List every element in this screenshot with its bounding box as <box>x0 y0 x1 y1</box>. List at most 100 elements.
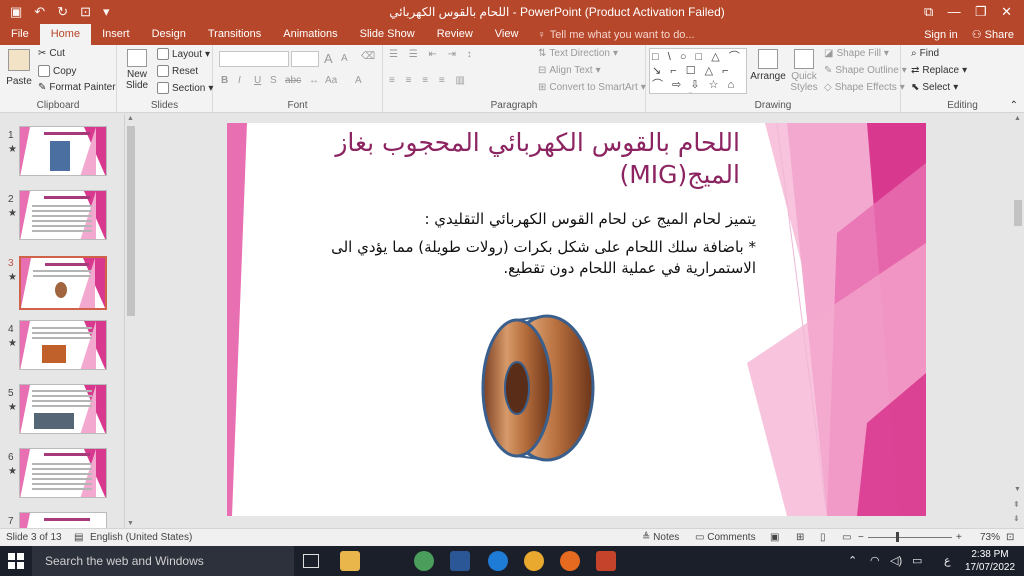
tab-slide-show[interactable]: Slide Show <box>349 24 426 45</box>
wire-spool-image[interactable] <box>477 313 597 463</box>
shapes-gallery[interactable]: □ \ ○ □ △ ⌒ ↘ ⌐ ☐ △ ⌐ ⌒ ⇨ ⇩ ☆ ⌂ △ ⌐ ⌒ { … <box>649 48 747 94</box>
minimize-icon[interactable]: — <box>948 4 961 20</box>
replace-button[interactable]: ⇄ Replace ▾ <box>911 65 967 76</box>
font-name-input[interactable] <box>219 51 289 67</box>
thumbnails-scroll-thumb[interactable] <box>127 126 135 316</box>
tab-file[interactable]: File <box>0 24 40 45</box>
battery-icon[interactable]: ▭ <box>912 546 922 576</box>
shape-outline-button[interactable]: ✎ Shape Outline ▾ <box>824 65 907 76</box>
volume-icon[interactable]: ◁) <box>890 546 902 576</box>
scroll-up-icon[interactable]: ▲ <box>1014 115 1021 122</box>
zoom-in-icon[interactable]: + <box>956 532 962 543</box>
tab-home[interactable]: Home <box>39 24 92 45</box>
collapse-ribbon-icon[interactable]: ⌃ <box>1010 100 1018 111</box>
reset-button[interactable]: Reset <box>157 65 198 77</box>
restore-icon[interactable]: ❐ <box>975 4 987 20</box>
alignment-buttons-icon[interactable]: ≡ ≡ ≡ ≡ ▥ <box>389 75 469 86</box>
thumbnail-slide-4[interactable]: 4 ★ <box>0 320 124 384</box>
wifi-icon[interactable]: ◠ <box>870 546 880 576</box>
paste-button[interactable]: Paste <box>6 49 32 87</box>
tab-animations[interactable]: Animations <box>272 24 348 45</box>
find-button[interactable]: ⌕ Find <box>911 48 939 59</box>
normal-view-icon[interactable]: ▣ <box>770 532 779 543</box>
task-view-icon[interactable] <box>303 554 319 568</box>
customize-qat-icon[interactable]: ▾ <box>103 4 110 20</box>
next-slide-icon[interactable]: ⇟ <box>1013 514 1020 523</box>
sign-in-link[interactable]: Sign in <box>924 25 958 45</box>
slideshow-from-beginning-icon[interactable]: ⊡ <box>80 4 91 20</box>
slide-title[interactable]: اللحام بالقوس الكهربائي المحجوب بغاز الم… <box>320 127 740 191</box>
firefox-icon[interactable] <box>560 551 580 571</box>
chrome-icon[interactable] <box>414 551 434 571</box>
word-icon[interactable] <box>450 551 470 571</box>
format-painter-button[interactable]: ✎ Format Painter <box>38 82 116 93</box>
thumbnail-slide-3[interactable]: 3 ★ <box>0 254 124 318</box>
thumbnail-slide-1[interactable]: 1 ★ <box>0 126 124 190</box>
thumbnails-scrollbar[interactable]: ▲ ▼ <box>124 114 136 528</box>
layout-button[interactable]: Layout ▾ <box>157 48 210 60</box>
strikethrough-button[interactable]: abc <box>285 75 301 86</box>
taskbar-clock[interactable]: 2:38 PM 17/07/2022 <box>960 548 1020 574</box>
zoom-out-icon[interactable]: − <box>858 532 864 543</box>
scroll-down-icon[interactable]: ▼ <box>127 520 134 527</box>
shape-effects-button[interactable]: ◇ Shape Effects ▾ <box>824 82 905 93</box>
zoom-level[interactable]: 73% <box>980 532 1000 543</box>
section-button[interactable]: Section ▾ <box>157 82 213 94</box>
change-case-button[interactable]: Aa <box>325 75 337 86</box>
slide-body[interactable]: يتميز لحام الميج عن لحام القوس الكهربائي… <box>286 209 756 286</box>
italic-button[interactable]: I <box>238 75 241 86</box>
redo-icon[interactable]: ↻ <box>57 4 68 20</box>
close-icon[interactable]: ✕ <box>1001 4 1012 20</box>
thumbnail-slide-5[interactable]: 5 ★ <box>0 384 124 448</box>
notes-button[interactable]: ≜ Notes <box>642 532 679 543</box>
bold-button[interactable]: B <box>221 75 228 86</box>
tab-insert[interactable]: Insert <box>91 24 141 45</box>
ribbon-display-icon[interactable]: ⧉ <box>924 4 933 20</box>
file-explorer-icon[interactable] <box>340 551 360 571</box>
share-button[interactable]: ⚇ Share <box>972 25 1014 45</box>
windows-start-icon[interactable] <box>8 553 24 569</box>
tab-view[interactable]: View <box>484 24 530 45</box>
undo-icon[interactable]: ↶ <box>34 4 45 20</box>
arrange-button[interactable]: Arrange <box>750 49 786 82</box>
tell-me-input[interactable]: Tell me what you want to do... <box>546 25 695 45</box>
slide-canvas[interactable]: اللحام بالقوس الكهربائي المحجوب بغاز الم… <box>227 123 926 516</box>
taskbar-search-input[interactable]: Search the web and Windows <box>32 546 294 576</box>
font-color-icon[interactable]: A <box>355 75 362 86</box>
fit-slide-icon[interactable]: ⊡ <box>1006 532 1014 543</box>
character-spacing-icon[interactable]: ↔ <box>309 75 319 86</box>
align-text-button[interactable]: ⊟ Align Text ▾ <box>538 65 601 76</box>
thumbnail-slide-2[interactable]: 2 ★ <box>0 190 124 254</box>
tray-chevron-icon[interactable]: ⌃ <box>848 546 857 576</box>
powerpoint-icon[interactable] <box>596 551 616 571</box>
decrease-font-button[interactable]: A <box>341 53 348 64</box>
copy-button[interactable]: Copy <box>38 65 76 77</box>
increase-font-button[interactable]: A <box>324 51 333 66</box>
convert-smartart-button[interactable]: ⊞ Convert to SmartArt ▾ <box>538 82 646 93</box>
previous-slide-icon[interactable]: ⇞ <box>1013 500 1020 509</box>
clear-formatting-icon[interactable]: ⌫ <box>361 51 375 62</box>
list-buttons-icon[interactable]: ☰ ☰ ⇤ ⇥ ↕ <box>389 49 476 60</box>
scroll-down-icon[interactable]: ▼ <box>1014 486 1021 493</box>
underline-button[interactable]: U <box>254 75 261 86</box>
language-indicator[interactable]: English (United States) <box>90 532 192 543</box>
text-direction-button[interactable]: ⇅ Text Direction ▾ <box>538 48 618 59</box>
shape-fill-button[interactable]: ◪ Shape Fill ▾ <box>824 48 889 59</box>
input-language[interactable]: ع <box>944 546 951 576</box>
editor-scrollbar[interactable]: ▲ ▼ ⇞ ⇟ <box>1012 114 1024 528</box>
zoom-slider[interactable] <box>868 537 952 538</box>
chrome-alt-icon[interactable] <box>524 551 544 571</box>
thumbnail-slide-7[interactable]: 7 <box>0 512 124 528</box>
slideshow-view-icon[interactable]: ▭ <box>842 532 851 543</box>
quick-styles-button[interactable]: Quick Styles <box>789 49 819 93</box>
cut-button[interactable]: ✂ Cut <box>38 48 65 59</box>
scroll-up-icon[interactable]: ▲ <box>127 115 134 122</box>
slide-sorter-icon[interactable]: ⊞ <box>796 532 804 543</box>
comments-button[interactable]: ▭ Comments <box>695 532 756 543</box>
reading-view-icon[interactable]: ▯ <box>820 532 826 543</box>
tab-transitions[interactable]: Transitions <box>197 24 272 45</box>
tab-design[interactable]: Design <box>141 24 197 45</box>
shadow-button[interactable]: S <box>270 75 277 86</box>
font-size-input[interactable] <box>291 51 319 67</box>
select-button[interactable]: ⬉ Select ▾ <box>911 82 958 93</box>
